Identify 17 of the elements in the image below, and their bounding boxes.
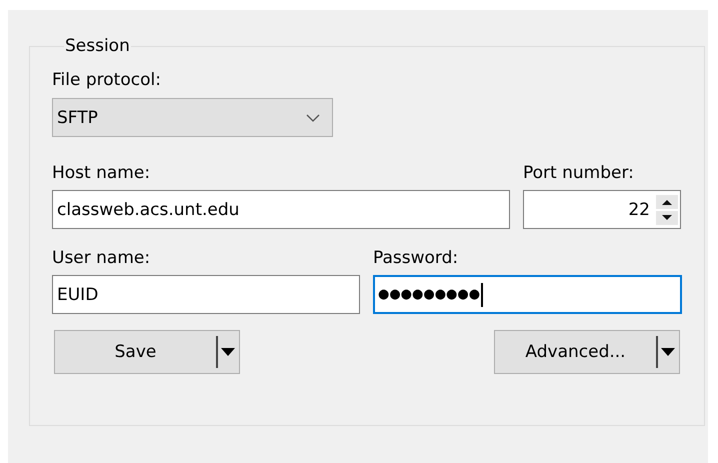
field-label: Password:: [373, 248, 460, 268]
protocol-dropdown[interactable]: SFTP: [52, 98, 333, 137]
group-title: Session: [64, 36, 131, 56]
split-button[interactable]: Advanced...: [494, 330, 680, 374]
field-label: Port number:: [523, 163, 635, 183]
password-field[interactable]: ●●●●●●●●●: [373, 275, 682, 314]
caret-icon: [661, 348, 675, 356]
field-label: File protocol:: [52, 70, 162, 90]
field-label: User name:: [52, 248, 152, 268]
host-field[interactable]: classweb.acs.unt.edu: [52, 190, 510, 229]
field-label: Host name:: [52, 163, 152, 183]
caret-icon: [221, 348, 235, 356]
chevron-icon: [306, 114, 320, 122]
spinner-buttons[interactable]: [656, 194, 678, 224]
port-field[interactable]: 22: [523, 190, 681, 229]
split-button[interactable]: Save: [54, 330, 240, 374]
user-field[interactable]: EUID: [52, 275, 360, 314]
